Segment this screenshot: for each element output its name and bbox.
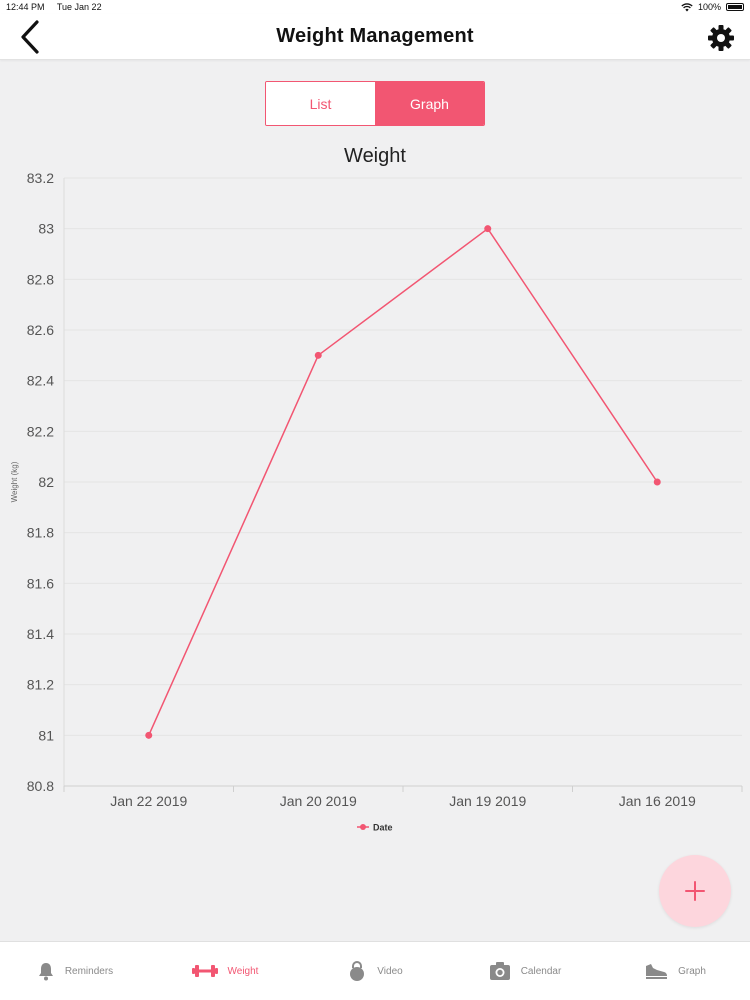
y-tick-label: 81.8 xyxy=(27,525,54,541)
y-axis-label: Weight (kg) xyxy=(10,461,19,502)
camera-icon xyxy=(489,962,510,980)
plus-icon xyxy=(685,881,705,901)
add-weight-button[interactable] xyxy=(659,855,731,927)
kettlebell-icon xyxy=(350,961,365,981)
legend-marker xyxy=(360,824,366,830)
tab-bar: Reminders Weight Video Calendar Graph xyxy=(0,941,750,1000)
data-point xyxy=(653,478,661,486)
tab-list[interactable]: List xyxy=(266,82,375,125)
y-tick-label: 82.6 xyxy=(27,322,54,338)
data-point xyxy=(484,225,492,233)
y-tick-label: 82.8 xyxy=(27,271,54,287)
data-point xyxy=(145,731,153,739)
x-tick-label: Jan 20 2019 xyxy=(280,793,357,809)
chart-title: Weight xyxy=(344,145,406,167)
x-tick-label: Jan 19 2019 xyxy=(449,793,526,809)
x-tick-label: Jan 16 2019 xyxy=(619,793,696,809)
y-tick-label: 83.2 xyxy=(27,170,54,186)
y-tick-label: 82.4 xyxy=(27,373,54,389)
view-toggle: List Graph xyxy=(265,81,485,126)
y-tick-label: 81.2 xyxy=(27,677,54,693)
settings-button[interactable] xyxy=(704,21,738,55)
legend-label: Date xyxy=(373,823,393,833)
weight-chart: Weight 83.2 83 82.8 82.6 82.4 82.2 82 81.8 81.6 81… xyxy=(10,145,743,833)
status-bar: 12:44 PM Tue Jan 22 100% xyxy=(0,0,750,14)
tab-graph[interactable]: Graph xyxy=(375,82,484,125)
y-tick-label: 83 xyxy=(38,221,54,237)
x-tick-label: Jan 22 2019 xyxy=(110,793,187,809)
status-right: 100% xyxy=(681,2,744,12)
tab-graph[interactable]: Graph xyxy=(600,942,750,1000)
weight-chart-container: Weight 83.2 83 82.8 82.6 82.4 82.2 82 81.8 81.6 81… xyxy=(0,135,750,845)
shoe-icon xyxy=(646,964,668,979)
tab-video[interactable]: Video xyxy=(300,942,450,1000)
dumbbell-icon xyxy=(191,965,218,977)
page-title: Weight Management xyxy=(276,25,474,47)
tab-label: Graph xyxy=(678,965,706,977)
status-date: Tue Jan 22 xyxy=(56,2,102,12)
tab-label: Reminders xyxy=(64,965,114,977)
gear-icon xyxy=(708,25,734,51)
status-time: 12:44 PM xyxy=(6,2,45,12)
y-tick-label: 81.4 xyxy=(27,626,54,642)
y-tick-label: 81 xyxy=(38,727,54,743)
tab-label: Video xyxy=(377,965,403,977)
tab-reminders[interactable]: Reminders xyxy=(0,942,150,1000)
tab-label: Calendar xyxy=(520,965,562,977)
tab-weight[interactable]: Weight xyxy=(150,942,300,1000)
tab-label: Weight xyxy=(227,965,259,977)
wifi-icon xyxy=(681,2,693,11)
y-tick-label: 81.6 xyxy=(27,575,54,591)
y-tick-label: 82 xyxy=(38,474,54,490)
battery-icon xyxy=(726,3,744,11)
y-tick-label: 82.2 xyxy=(27,423,54,439)
bell-icon xyxy=(38,963,53,981)
status-left: 12:44 PM Tue Jan 22 xyxy=(6,2,112,12)
battery-percent: 100% xyxy=(697,2,721,12)
nav-bar: Weight Management xyxy=(0,14,750,60)
data-point xyxy=(314,351,322,359)
y-tick-label: 80.8 xyxy=(27,778,54,794)
tab-calendar[interactable]: Calendar xyxy=(450,942,600,1000)
